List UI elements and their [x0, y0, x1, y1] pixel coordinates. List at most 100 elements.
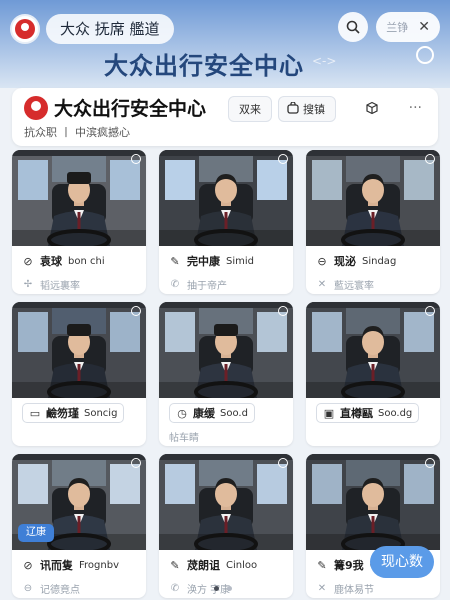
plus-icon: ✢: [23, 278, 33, 290]
refresh-icon[interactable]: [416, 46, 434, 64]
driver-photo: [306, 302, 440, 398]
driver-alias: Frognbv: [79, 559, 119, 571]
driver-alias: Soncig: [84, 407, 118, 419]
driver-name-tag[interactable]: ▭ 鹼笏瑾 Soncig: [22, 403, 125, 423]
driver-card[interactable]: ✎ 完中康 Simid ✆ 抽于帝产: [159, 150, 293, 294]
driver-photo-container: [159, 454, 293, 550]
more-icon[interactable]: ···: [409, 100, 422, 116]
box-button[interactable]: [358, 96, 386, 122]
app-logo[interactable]: [10, 14, 40, 44]
driver-name: 讯而隻: [40, 559, 73, 572]
search-placeholder: 兰铮: [386, 21, 409, 34]
driver-name: 荗朗诅: [187, 559, 220, 572]
driver-card[interactable]: ◷ 康缓 Soo.d 帖车睛: [159, 302, 293, 446]
driver-meta-row: 帖车睛: [169, 426, 283, 446]
follow-label: 双来: [239, 103, 261, 116]
driver-meta-row: ✕ 鹿体易节: [316, 578, 430, 598]
chat-icon: ▭: [29, 406, 41, 420]
driver-meta-row: ✕ 藍远寰率: [316, 274, 430, 294]
driver-name: 康缓: [193, 407, 215, 420]
check-icon: ⊘: [23, 558, 33, 572]
pin-icon: ✎: [170, 558, 180, 572]
pager: [214, 586, 232, 591]
pager-dot[interactable]: [214, 586, 219, 591]
square-icon: ▣: [323, 406, 335, 420]
window-title[interactable]: 大众 抚席 艦道: [46, 14, 174, 44]
photo-tag: 辽康: [18, 524, 54, 542]
sync-icon[interactable]: [278, 154, 288, 164]
driver-name: 篝9我: [334, 559, 364, 572]
banner-title: 大众出行安全中心: [104, 52, 304, 80]
minus-icon: ⊖: [317, 254, 327, 268]
top-banner: 大众 抚席 艦道 兰铮 ✕ 大众出行安全中心 <->: [0, 0, 450, 88]
pin-icon: ✎: [317, 558, 327, 572]
driver-card[interactable]: ✎ 荗朗诅 Cinloo ✆ 涣方 宇康: [159, 454, 293, 598]
driver-photo: [159, 302, 293, 398]
floating-action-button[interactable]: 现心数: [370, 546, 434, 578]
driver-name-tag[interactable]: ◷ 康缓 Soo.d: [169, 403, 255, 423]
driver-name-row: ◷ 康缓 Soo.d: [169, 402, 283, 424]
page-subtitle: 抗众职 丨 中滨疯撼心: [24, 126, 130, 139]
search-button[interactable]: 搜镇: [278, 96, 336, 122]
driver-photo-container: [159, 302, 293, 398]
driver-info: ✎ 完中康 Simid ✆ 抽于帝产: [159, 246, 293, 294]
driver-card[interactable]: ⊘ 袁球 bon chi ✢ 韬远裏率: [12, 150, 146, 294]
driver-alias: Cinloo: [226, 559, 258, 571]
driver-meta-row: ⊖ 记德竟点: [22, 578, 136, 598]
pager-dot[interactable]: [227, 586, 232, 591]
driver-alias: Simid: [226, 255, 254, 267]
box-icon: [365, 101, 379, 118]
driver-meta: 韬远裏率: [40, 280, 80, 292]
driver-card[interactable]: ▭ 鹼笏瑾 Soncig: [12, 302, 146, 446]
sync-icon[interactable]: [425, 154, 435, 164]
phone-icon: ✆: [170, 582, 180, 594]
phone-icon: ✆: [170, 278, 180, 290]
driver-photo: [12, 302, 146, 398]
driver-name-row: ▣ 直樽甌 Soo.dg: [316, 402, 430, 424]
driver-alias: Sindag: [362, 255, 397, 267]
driver-name-row: ⊘ 袁球 bon chi: [22, 250, 136, 272]
cross-icon: ✕: [317, 278, 327, 290]
sync-icon[interactable]: [278, 458, 288, 468]
driver-card[interactable]: ▣ 直樽甌 Soo.dg: [306, 302, 440, 446]
check-icon: ⊘: [23, 254, 33, 268]
driver-photo: [159, 150, 293, 246]
sync-icon[interactable]: [131, 306, 141, 316]
driver-info: ▭ 鹼笏瑾 Soncig: [12, 398, 146, 428]
sync-icon[interactable]: [425, 306, 435, 316]
driver-photo: [12, 150, 146, 246]
driver-meta-row: ✆ 抽于帝产: [169, 274, 283, 294]
driver-grid: ⊘ 袁球 bon chi ✢ 韬远裏率 ✎ 完中康 Simid ✆ 抽于帝产 ⊖ 现泌 Sind: [12, 150, 440, 598]
driver-meta: 鹿体易节: [334, 584, 374, 596]
sync-icon[interactable]: [131, 458, 141, 468]
close-icon[interactable]: ✕: [418, 19, 430, 35]
driver-name-tag[interactable]: ▣ 直樽甌 Soo.dg: [316, 403, 420, 423]
header-card: 大众出行安全中心 抗众职 丨 中滨疯撼心 双来 搜镇 ···: [12, 88, 438, 146]
driver-info: ⊘ 讯而隻 Frognbv ⊖ 记德竟点: [12, 550, 146, 598]
banner-decoration: <->: [312, 54, 337, 68]
driver-name: 完中康: [187, 255, 220, 268]
sync-icon[interactable]: [131, 154, 141, 164]
minus-icon: ⊖: [23, 582, 33, 594]
timer-icon: ◷: [177, 406, 187, 420]
follow-button[interactable]: 双来: [228, 96, 272, 122]
driver-info: ▣ 直樽甌 Soo.dg: [306, 398, 440, 428]
driver-name-row: ⊘ 讯而隻 Frognbv: [22, 554, 136, 576]
brand-logo: [24, 96, 48, 120]
driver-card[interactable]: ⊖ 现泌 Sindag ✕ 藍远寰率: [306, 150, 440, 294]
driver-card[interactable]: 辽康 ⊘ 讯而隻 Frognbv ⊖ 记德竟点: [12, 454, 146, 598]
driver-photo-container: [306, 454, 440, 550]
sync-icon[interactable]: [425, 458, 435, 468]
driver-name-row: ✎ 荗朗诅 Cinloo: [169, 554, 283, 576]
driver-meta: 帖车睛: [169, 432, 199, 444]
driver-name-row: ▭ 鹼笏瑾 Soncig: [22, 402, 136, 424]
search-input[interactable]: 兰铮 ✕: [376, 12, 440, 42]
search-button-label: 搜镇: [303, 103, 325, 116]
driver-photo-container: 辽康: [12, 454, 146, 550]
driver-info: ⊘ 袁球 bon chi ✢ 韬远裏率: [12, 246, 146, 294]
driver-photo-container: [159, 150, 293, 246]
search-icon[interactable]: [338, 12, 369, 42]
sync-icon[interactable]: [278, 306, 288, 316]
page-title: 大众出行安全中心: [54, 98, 207, 120]
driver-photo-container: [306, 150, 440, 246]
